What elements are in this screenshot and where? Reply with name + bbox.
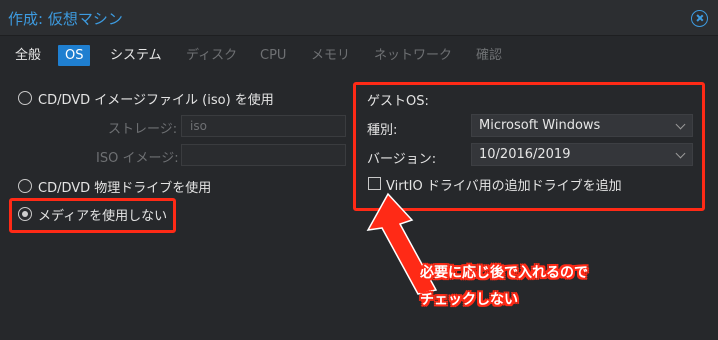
annotation-line-1: 必要に応じ後で入れるので [420, 265, 588, 281]
tab-memory[interactable]: メモリ [311, 45, 350, 66]
annotation-line-2: チェックしない [420, 292, 518, 308]
highlight-no-media [9, 198, 176, 233]
physical-drive-label: CD/DVD 物理ドライブを使用 [38, 181, 212, 196]
tab-confirm[interactable]: 確認 [476, 45, 502, 66]
iso-image-label: ISO イメージ: [96, 151, 179, 166]
dialog-titlebar: 作成: 仮想マシン [0, 0, 718, 36]
storage-value: iso [190, 119, 207, 133]
storage-select[interactable]: iso [181, 115, 346, 137]
storage-label: ストレージ: [108, 122, 178, 137]
physical-drive-radio[interactable] [18, 179, 32, 193]
iso-option-label: CD/DVD イメージファイル (iso) を使用 [38, 93, 274, 108]
annotation-arrow [366, 192, 438, 295]
tab-system[interactable]: システム [110, 45, 162, 66]
tab-cpu[interactable]: CPU [260, 45, 286, 66]
tab-general[interactable]: 全般 [15, 45, 41, 66]
tab-bar: 全般 OS システム ディスク CPU メモリ ネットワーク 確認 [0, 37, 718, 73]
dialog-title: 作成: 仮想マシン [8, 10, 123, 28]
iso-image-select[interactable] [181, 144, 346, 166]
tab-os[interactable]: OS [58, 45, 91, 66]
iso-radio[interactable] [18, 91, 32, 105]
tab-network[interactable]: ネットワーク [374, 45, 452, 66]
close-icon[interactable] [691, 10, 708, 27]
tab-disk[interactable]: ディスク [186, 45, 237, 66]
